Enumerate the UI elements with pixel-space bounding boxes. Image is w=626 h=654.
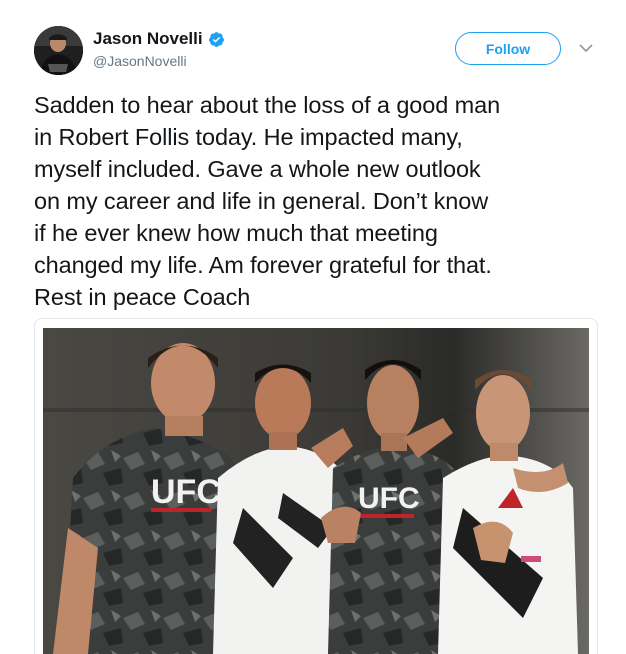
author-block: Jason Novelli @JasonNovelli <box>93 29 225 69</box>
chevron-down-icon <box>579 43 593 52</box>
author-display-name[interactable]: Jason Novelli <box>93 29 203 49</box>
tweet-text-line: Rest in peace Coach <box>34 284 251 310</box>
photo-group-of-four-men: UFC UFC <box>43 328 589 654</box>
tweet-text-line: in Robert Follis today. He impacted many… <box>34 124 463 150</box>
avatar[interactable] <box>34 26 83 75</box>
shirt-logo-text: UFC <box>358 482 420 515</box>
shirt-logo-text: UFC <box>151 473 221 511</box>
author-handle[interactable]: @JasonNovelli <box>93 53 225 69</box>
verified-badge-icon <box>208 31 224 47</box>
more-options-button[interactable] <box>576 40 596 56</box>
tweet-photo[interactable]: UFC UFC <box>43 328 589 654</box>
tweet-text-line: Sadden to hear about the loss of a good … <box>34 92 501 118</box>
tweet-text-line: changed my life. Am forever grateful for… <box>34 252 492 278</box>
follow-button[interactable]: Follow <box>455 32 561 65</box>
author-name-row: Jason Novelli <box>93 29 225 49</box>
tweet-text-line: on my career and life in general. Don’t … <box>34 188 489 214</box>
tweet-text: Sadden to hear about the loss of a good … <box>34 89 604 313</box>
tweet-text-line: myself included. Gave a whole new outloo… <box>34 156 481 182</box>
tweet-text-line: if he ever knew how much that meeting <box>34 220 438 246</box>
avatar-photo <box>34 26 83 75</box>
